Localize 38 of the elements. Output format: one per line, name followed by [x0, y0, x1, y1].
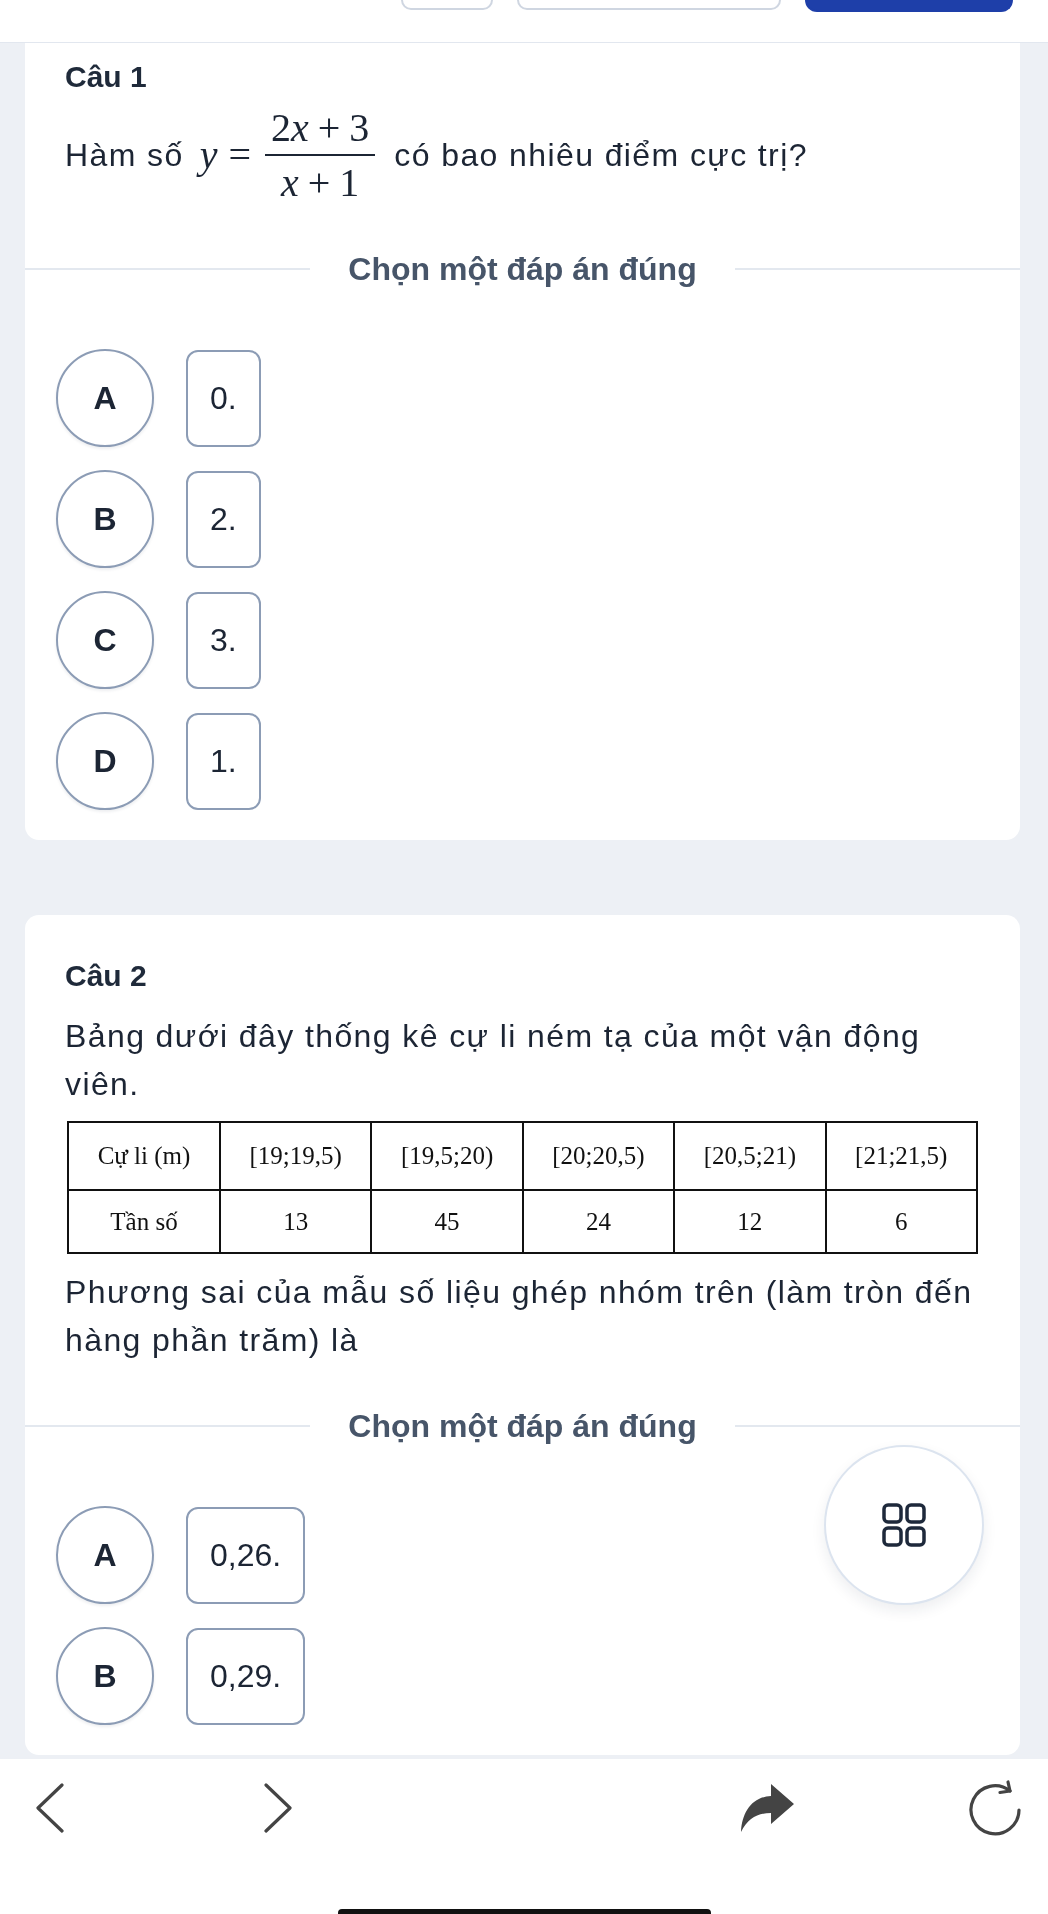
- answer-option[interactable]: 0,29.: [186, 1627, 306, 1725]
- prompt-text: Chọn một đáp án đúng: [348, 1407, 697, 1445]
- option-button[interactable]: B: [56, 1627, 154, 1725]
- question-text: Phương sai của mẫu số liệu ghép nhóm trên (làm tròn đến hàng phần trăm) là: [65, 1273, 974, 1360]
- grid-icon: [882, 1503, 926, 1547]
- question-text: Bảng dưới đây thống kê cự li ném tạ của một vận động viên.: [65, 1017, 922, 1104]
- forward-icon[interactable]: [264, 1783, 292, 1833]
- answer-option[interactable]: 2.: [186, 470, 261, 568]
- prompt-text: Chọn một đáp án đúng: [348, 250, 697, 288]
- share-icon[interactable]: [740, 1784, 794, 1832]
- question-title: Câu 1: [65, 59, 148, 95]
- tab[interactable]: [805, 0, 1013, 12]
- option-button[interactable]: A: [56, 349, 154, 447]
- answer-option[interactable]: 0,26.: [186, 1506, 306, 1604]
- option-button[interactable]: B: [56, 470, 154, 568]
- table-cell: [19;19,5): [220, 1122, 372, 1190]
- table-cell: 45: [371, 1190, 523, 1253]
- table-cell: Tần số: [68, 1190, 220, 1253]
- table-cell: [19,5;20): [371, 1122, 523, 1190]
- table-cell: [20,5;21): [674, 1122, 826, 1190]
- question-text: có bao nhiêu điểm cực trị?: [394, 136, 808, 174]
- option-button[interactable]: A: [56, 1506, 154, 1604]
- answer-option[interactable]: 0.: [186, 349, 261, 447]
- answer-option[interactable]: 3.: [186, 591, 261, 689]
- option-button[interactable]: C: [56, 591, 154, 689]
- back-icon[interactable]: [36, 1783, 64, 1833]
- question-title: Câu 2: [65, 958, 148, 994]
- table-cell: 12: [674, 1190, 826, 1253]
- reload-icon[interactable]: [968, 1780, 1022, 1836]
- option-button[interactable]: D: [56, 712, 154, 810]
- table-cell: 6: [825, 1190, 977, 1253]
- question-text: Hàm số: [65, 136, 184, 174]
- answer-option[interactable]: 1.: [186, 712, 261, 810]
- table-cell: 13: [220, 1190, 372, 1253]
- table-cell: [21;21,5): [825, 1122, 977, 1190]
- table-cell: 24: [522, 1190, 675, 1253]
- table-cell: Cự li (m): [68, 1122, 220, 1190]
- table-cell: [20;20,5): [522, 1122, 675, 1190]
